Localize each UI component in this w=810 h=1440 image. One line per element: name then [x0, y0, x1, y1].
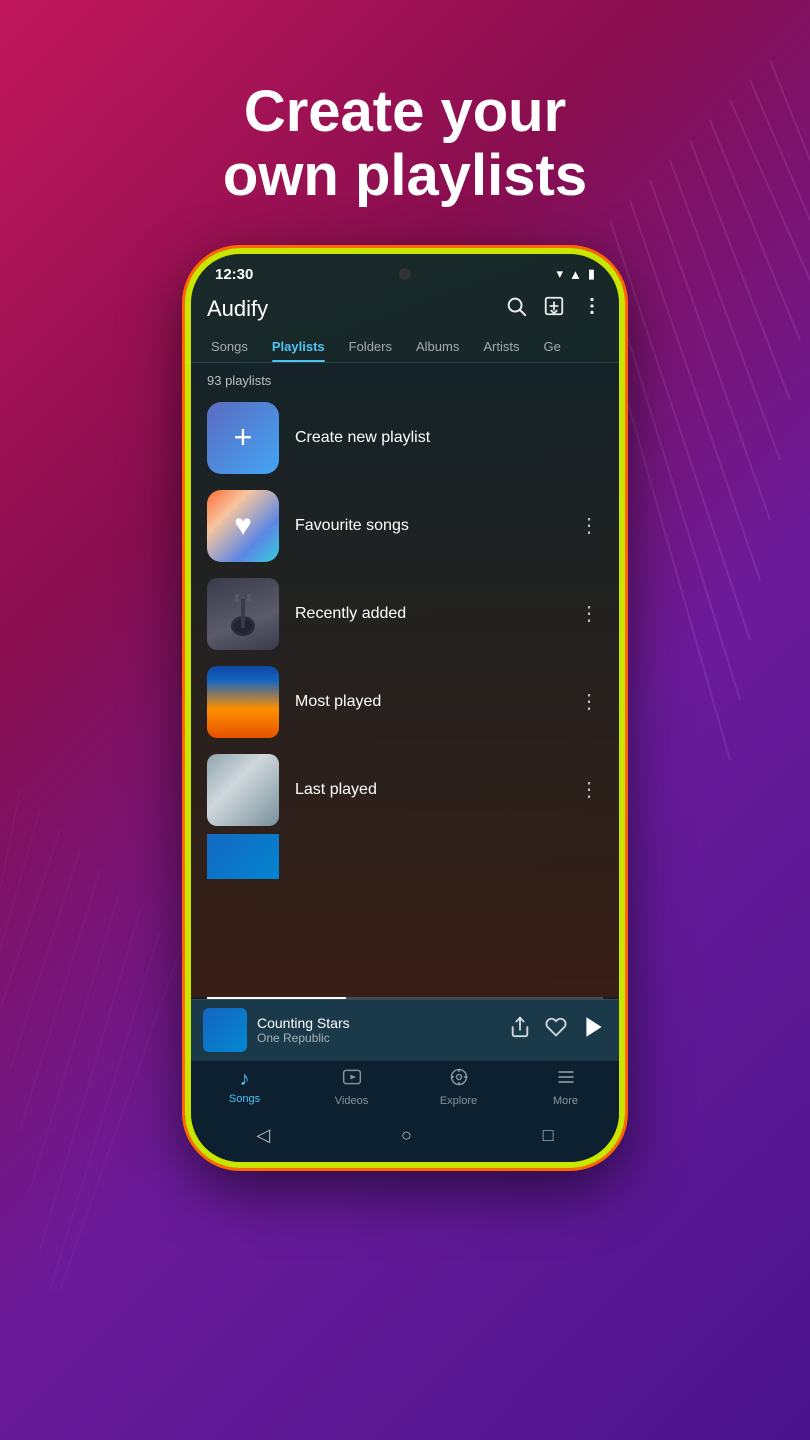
- share-icon[interactable]: [509, 1016, 531, 1044]
- playlist-name: Last played: [295, 781, 377, 798]
- more-options-icon[interactable]: ⋮: [575, 685, 603, 718]
- more-options-icon[interactable]: ⋮: [575, 509, 603, 542]
- tab-folders[interactable]: Folders: [337, 331, 404, 362]
- last-played-thumb: [207, 754, 279, 826]
- more-vertical-icon[interactable]: [581, 295, 603, 323]
- now-playing-title: Counting Stars: [257, 1015, 499, 1031]
- bottom-nav: ♪ Songs Videos: [191, 1060, 619, 1115]
- tab-genres[interactable]: Ge: [531, 331, 572, 362]
- heart-icon: ♥: [234, 509, 252, 543]
- most-played-thumb: [207, 666, 279, 738]
- battery-icon: ▮: [588, 266, 595, 282]
- now-playing-thumb: [203, 1008, 247, 1052]
- progress-bar: [207, 997, 603, 999]
- list-item[interactable]: [191, 834, 619, 879]
- now-playing-info: Counting Stars One Republic: [257, 1015, 499, 1045]
- app-title: Audify: [207, 296, 268, 322]
- videos-nav-icon: [342, 1067, 362, 1093]
- partial-thumb: [207, 834, 279, 879]
- tab-artists[interactable]: Artists: [471, 331, 531, 362]
- playlist-name: Recently added: [295, 605, 406, 622]
- app-bar-icons: [505, 295, 603, 323]
- phone-mockup: 12:30 ▾ ▲ ▮ Audify: [185, 248, 625, 1168]
- like-icon[interactable]: [545, 1016, 567, 1044]
- nav-item-songs[interactable]: ♪ Songs: [191, 1068, 298, 1105]
- tab-playlists[interactable]: Playlists: [260, 331, 337, 362]
- home-button[interactable]: ○: [401, 1125, 412, 1146]
- recents-button[interactable]: □: [543, 1125, 554, 1146]
- search-icon[interactable]: [505, 295, 527, 323]
- headline: Create your own playlists: [163, 80, 647, 208]
- more-nav-icon: [556, 1067, 576, 1093]
- create-playlist-thumb: +: [207, 402, 279, 474]
- more-options-icon[interactable]: ⋮: [575, 773, 603, 806]
- list-item[interactable]: Recently added ⋮: [191, 570, 619, 658]
- nav-label-more: More: [553, 1095, 578, 1107]
- signal-icon: ▲: [569, 267, 582, 282]
- now-playing-artist: One Republic: [257, 1031, 499, 1045]
- playlist-count: 93 playlists: [191, 363, 619, 394]
- songs-nav-icon: ♪: [240, 1068, 250, 1091]
- playlist-info: Most played: [295, 693, 559, 711]
- wifi-icon: ▾: [556, 266, 563, 282]
- back-button[interactable]: ◁: [256, 1125, 270, 1146]
- playlist-name: Create new playlist: [295, 429, 430, 446]
- content-area: 93 playlists + Create new playlist ♥ Fav…: [191, 363, 619, 997]
- playlist-info: Create new playlist: [295, 429, 603, 447]
- more-options-icon[interactable]: ⋮: [575, 597, 603, 630]
- android-nav: ◁ ○ □: [191, 1115, 619, 1162]
- list-item[interactable]: Most played ⋮: [191, 658, 619, 746]
- nav-label-songs: Songs: [229, 1093, 260, 1105]
- status-bar: 12:30 ▾ ▲ ▮: [191, 254, 619, 287]
- now-playing-controls: [509, 1014, 607, 1046]
- playlist-info: Favourite songs: [295, 517, 559, 535]
- nav-label-explore: Explore: [440, 1095, 477, 1107]
- import-icon[interactable]: [543, 295, 565, 323]
- playlist-info: Recently added: [295, 605, 559, 623]
- status-time: 12:30: [215, 266, 253, 283]
- status-icons: ▾ ▲ ▮: [556, 266, 595, 282]
- play-button[interactable]: [581, 1014, 607, 1046]
- tab-bar: Songs Playlists Folders Albums Artists G…: [191, 331, 619, 363]
- now-playing-bar[interactable]: Counting Stars One Republic: [191, 999, 619, 1060]
- playlist-info: Last played: [295, 781, 559, 799]
- phone-screen: 12:30 ▾ ▲ ▮ Audify: [185, 248, 625, 1168]
- playlist-name: Most played: [295, 693, 381, 710]
- favourite-thumb: ♥: [207, 490, 279, 562]
- list-item[interactable]: + Create new playlist: [191, 394, 619, 482]
- list-item[interactable]: ♥ Favourite songs ⋮: [191, 482, 619, 570]
- tab-songs[interactable]: Songs: [199, 331, 260, 362]
- nav-item-explore[interactable]: Explore: [405, 1067, 512, 1107]
- tab-albums[interactable]: Albums: [404, 331, 471, 362]
- nav-item-more[interactable]: More: [512, 1067, 619, 1107]
- nav-item-videos[interactable]: Videos: [298, 1067, 405, 1107]
- playlist-name: Favourite songs: [295, 517, 409, 534]
- explore-nav-icon: [449, 1067, 469, 1093]
- app-bar: Audify: [191, 287, 619, 331]
- front-camera: [399, 268, 411, 280]
- recently-added-thumb: [207, 578, 279, 650]
- list-item[interactable]: Last played ⋮: [191, 746, 619, 834]
- nav-label-videos: Videos: [335, 1095, 368, 1107]
- plus-icon: +: [234, 419, 253, 456]
- progress-bar-fill: [207, 997, 346, 999]
